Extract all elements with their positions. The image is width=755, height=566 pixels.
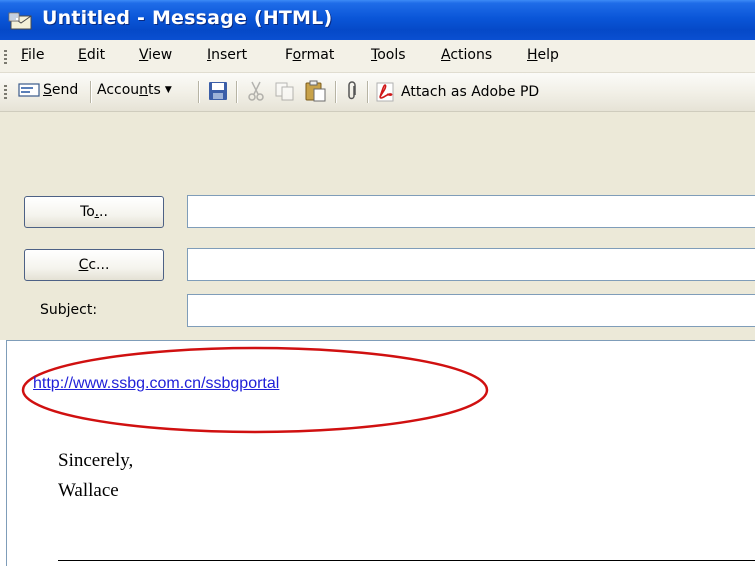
cut-button[interactable] [247, 81, 265, 101]
signature-divider [58, 560, 755, 561]
accounts-dropdown[interactable]: Accou n ts ▼ [97, 82, 172, 98]
to-button[interactable]: To... [24, 196, 164, 228]
attach-file-button[interactable] [346, 81, 358, 101]
menubar-grip[interactable] [4, 50, 7, 64]
subject-field[interactable] [187, 294, 755, 327]
portal-hyperlink[interactable]: http://www.ssbg.com.cn/ssbgportal [33, 375, 279, 393]
paperclip-icon [348, 81, 356, 100]
subject-label: Subject: [40, 302, 98, 318]
menu-bar: File Edit View Insert Format Tools Actio… [0, 40, 755, 73]
send-envelope-icon [18, 83, 40, 97]
copy-button[interactable] [275, 81, 295, 101]
chevron-down-icon: ▼ [164, 85, 172, 95]
window-title: Untitled - Message (HTML) [42, 7, 333, 29]
signature-name: Wallace [58, 480, 119, 501]
menu-insert[interactable]: Insert [207, 47, 247, 63]
menu-actions[interactable]: Actions [441, 47, 492, 63]
toolbar-separator [198, 81, 199, 103]
save-button[interactable] [208, 81, 228, 101]
copy-icon [275, 82, 294, 101]
toolbar-grip[interactable] [4, 85, 7, 101]
envelope-message-icon [8, 12, 32, 30]
attach-adobe-pdf-button[interactable]: Attach as Adobe PD [375, 82, 539, 102]
menu-tools[interactable]: Tools [371, 47, 406, 63]
menu-format[interactable]: Format [285, 47, 334, 63]
window-titlebar[interactable]: Untitled - Message (HTML) [0, 0, 755, 40]
send-button[interactable]: Send [18, 82, 78, 98]
paste-clipboard-icon [305, 80, 326, 102]
closing-text: Sincerely, [58, 450, 134, 471]
toolbar-separator [367, 81, 368, 103]
menu-help[interactable]: Help [527, 47, 559, 63]
scissors-icon [248, 81, 264, 101]
cc-field[interactable] [187, 248, 755, 281]
menu-view[interactable]: View [139, 47, 172, 63]
cc-button[interactable]: Cc... [24, 249, 164, 281]
toolbar-dock-area [0, 112, 755, 182]
toolbar-separator [335, 81, 336, 103]
to-field[interactable] [187, 195, 755, 228]
paste-button[interactable] [304, 80, 326, 102]
menu-file[interactable]: File [21, 47, 44, 63]
save-disk-icon [209, 82, 227, 100]
toolbar-separator [236, 81, 237, 103]
toolbar-separator [90, 81, 91, 103]
menu-edit[interactable]: Edit [78, 47, 105, 63]
adobe-pdf-icon [376, 82, 394, 102]
standard-toolbar: Send Accou n ts ▼ Attach as Adobe PD [0, 73, 755, 112]
